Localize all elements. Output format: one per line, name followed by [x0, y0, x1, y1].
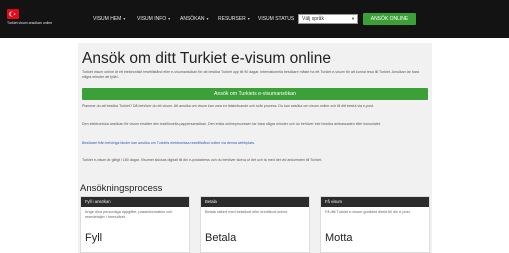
- card-step-label: Motta: [325, 232, 353, 244]
- card-description: Få ditt Turkiet e-visum godkänt direkt t…: [325, 210, 411, 214]
- chevron-down-icon: ▼: [351, 16, 355, 21]
- chevron-down-icon: ▾: [168, 16, 171, 21]
- process-card-receive[interactable]: Få visum Få ditt Turkiet e-visum godkänt…: [320, 196, 430, 253]
- language-select-value: Välj språk: [302, 16, 324, 22]
- nav-item-label: ANSÖKAN: [180, 16, 205, 22]
- chevron-down-icon: ▾: [123, 16, 126, 21]
- chevron-down-icon: ▾: [247, 16, 250, 21]
- apply-online-button[interactable]: ANSÖK ONLINE: [363, 13, 416, 25]
- eligibility-link[interactable]: Besökare från behöriga länder kan ansöka…: [82, 141, 428, 152]
- card-header: Fyll i ansökan: [81, 197, 189, 207]
- turkey-flag-logo[interactable]: [7, 9, 19, 19]
- nav-item-application[interactable]: ANSÖKAN ▾: [180, 14, 208, 24]
- nav-item-visa-status[interactable]: VISUM STATUS: [258, 14, 294, 24]
- language-select[interactable]: Välj språk ▼: [298, 14, 358, 24]
- intro-paragraph: Turkiet visum online är ett elektroniskt…: [82, 70, 420, 80]
- nav-item-label: VISUM STATUS: [258, 16, 295, 22]
- card-header: Få visum: [321, 197, 429, 207]
- nav-item-visa-info[interactable]: VISUM INFO ▾: [137, 14, 170, 24]
- page-title: Ansök om ditt Turkiet e-visum online: [82, 50, 331, 67]
- nav-item-label: VISUM HEM: [93, 16, 122, 22]
- process-section-title: Ansökningsprocess: [80, 183, 163, 194]
- card-step-label: Fyll: [85, 232, 103, 244]
- card-description: Betala säkert med betalkort eller kredit…: [205, 210, 289, 214]
- chevron-down-icon: ▾: [206, 16, 209, 21]
- nav-item-visa-home[interactable]: VISUM HEM ▾: [93, 14, 125, 24]
- logo-text[interactable]: Turkiet visum ansökan online: [7, 21, 55, 25]
- nav-item-label: VISUM INFO: [137, 16, 167, 22]
- top-navigation-bar: Turkiet visum ansökan online VISUM HEM ▾ …: [0, 0, 509, 38]
- nav-item-label: RESURSER: [218, 16, 246, 22]
- body-paragraph: Den elektroniska ansökan för visum ersät…: [82, 122, 381, 126]
- body-paragraph: Turkiet e-visum är giltigt i 180 dagar. …: [82, 158, 323, 162]
- card-header: Betala: [201, 197, 309, 207]
- process-card-pay[interactable]: Betala Betala säkert med betalkort eller…: [200, 196, 310, 253]
- nav-item-resources[interactable]: RESURSER ▾: [218, 14, 250, 24]
- crescent-star-icon: [9, 11, 16, 17]
- card-step-label: Betala: [205, 232, 237, 244]
- card-description: Ange dina personliga uppgifter, passinfo…: [85, 210, 173, 220]
- apply-evisa-button[interactable]: Ansök om Turkiets e-visumansökan: [82, 88, 428, 100]
- body-paragraph: Planerar du att besöka Turkiet? Då behöv…: [82, 104, 375, 108]
- process-card-fill[interactable]: Fyll i ansökan Ange dina personliga uppg…: [80, 196, 190, 253]
